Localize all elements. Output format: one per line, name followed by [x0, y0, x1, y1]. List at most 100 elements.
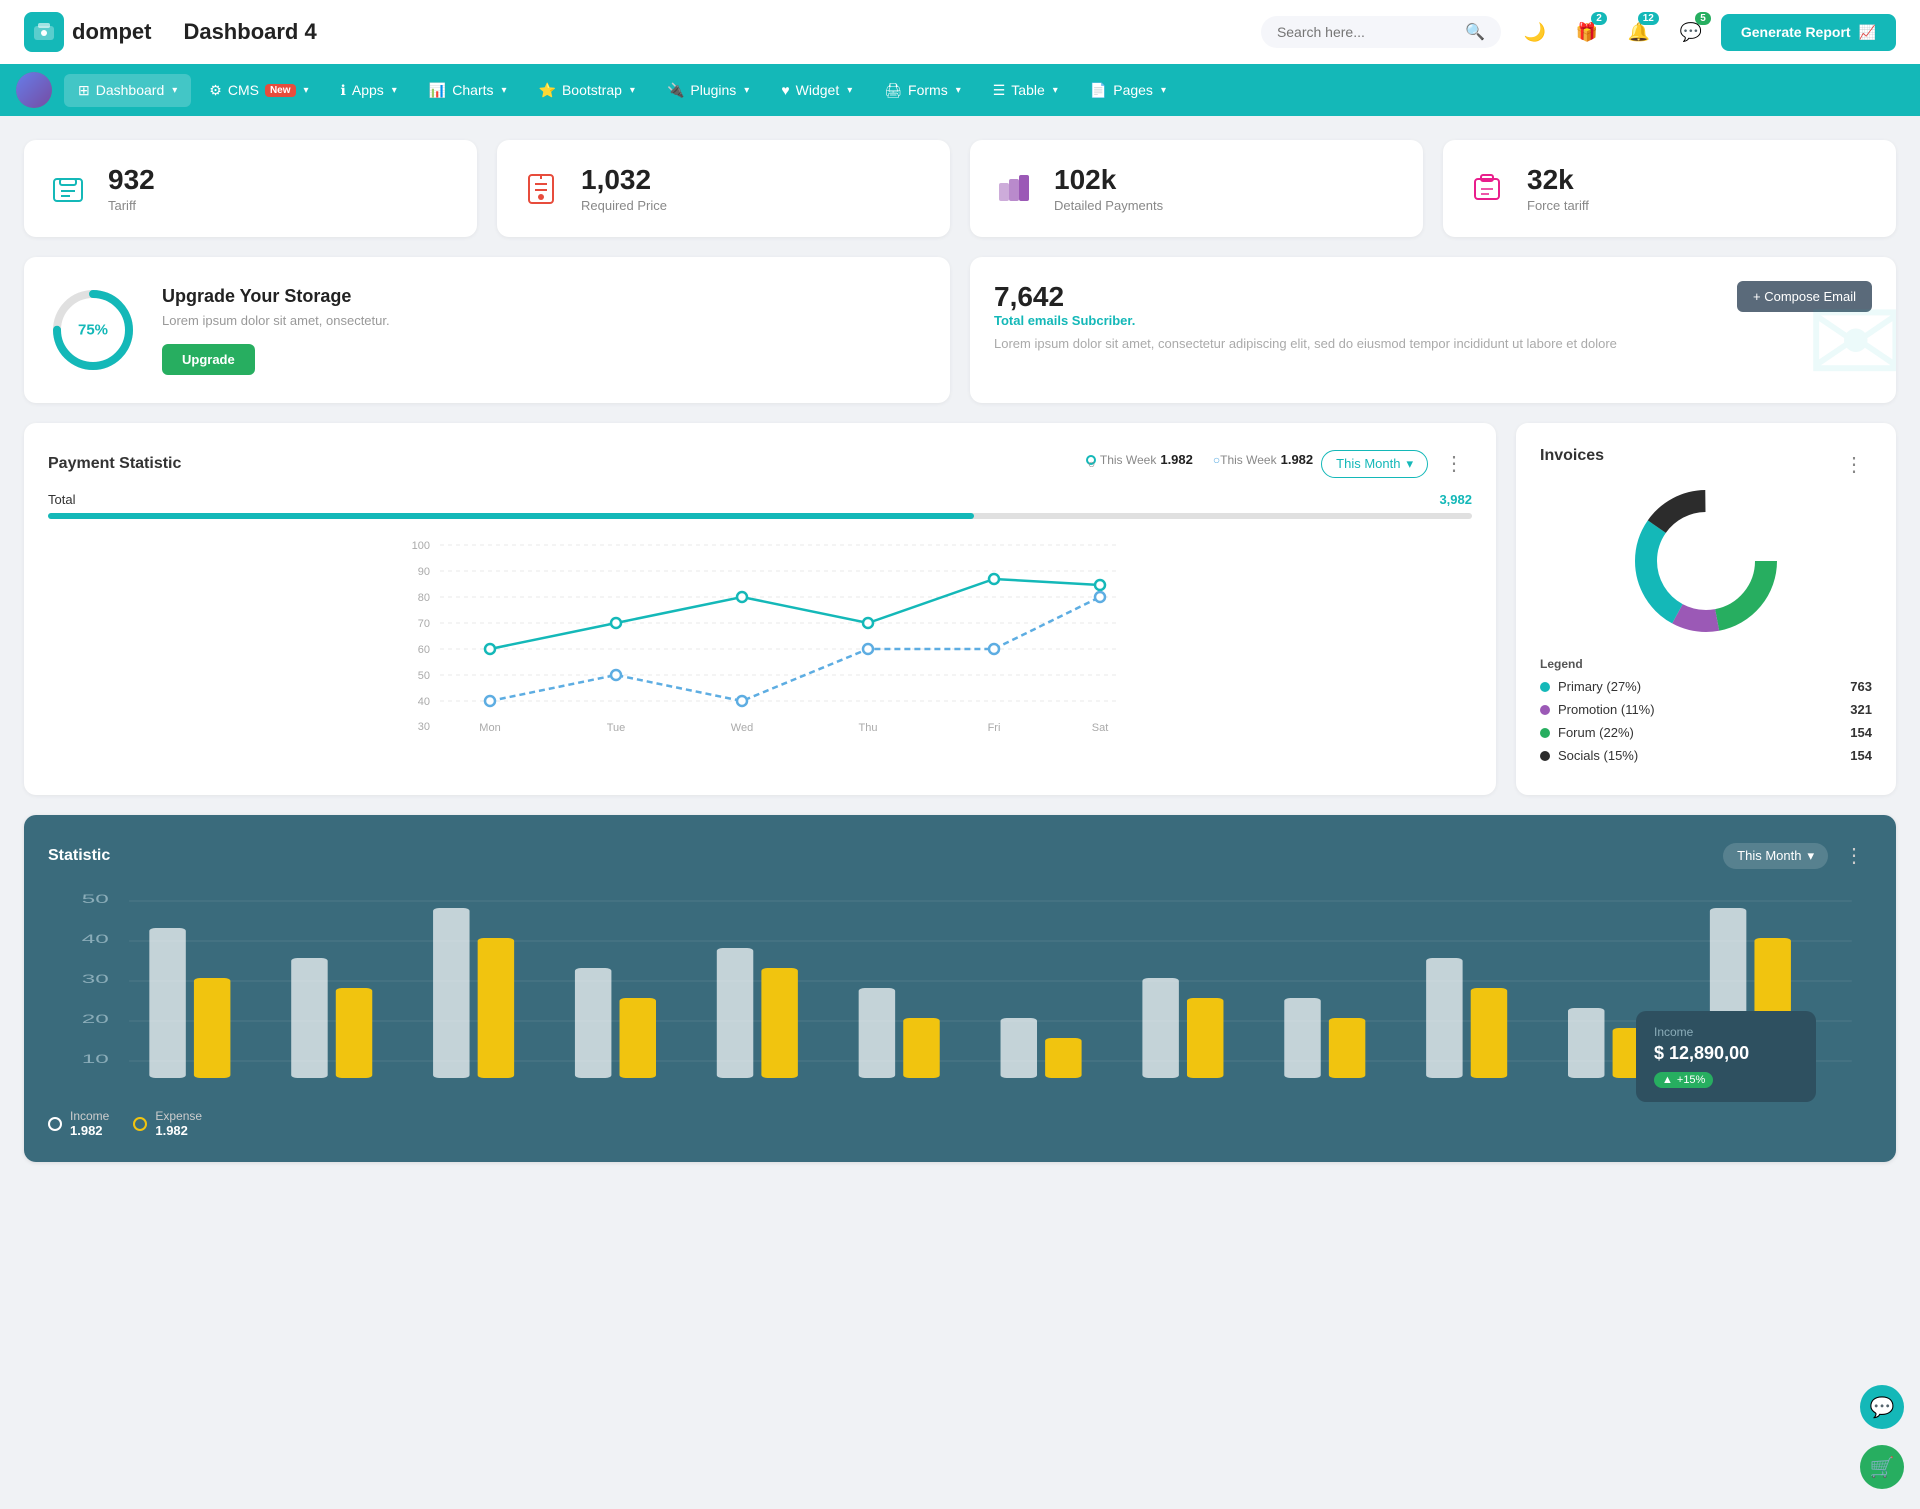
nav-label-forms: Forms: [908, 82, 948, 98]
nav-label-dashboard: Dashboard: [96, 82, 165, 98]
generate-report-button[interactable]: Generate Report 📈: [1721, 14, 1896, 51]
svg-text:Tue: Tue: [607, 722, 626, 734]
gift-button[interactable]: 🎁 2: [1569, 14, 1605, 50]
nav-avatar: [16, 72, 52, 108]
nav-item-table[interactable]: ☰ Table ▾: [979, 74, 1072, 107]
payment-more-button[interactable]: ⋮: [1436, 447, 1472, 480]
promo-color-dot: [1540, 705, 1550, 715]
payments-label: Detailed Payments: [1054, 198, 1163, 213]
nav-item-plugins[interactable]: 🔌 Plugins ▾: [653, 74, 763, 107]
payments-icon: [990, 165, 1038, 213]
nav-label-plugins: Plugins: [690, 82, 736, 98]
moon-button[interactable]: 🌙: [1517, 14, 1553, 50]
email-card: + Compose Email 7,642 Total emails Subcr…: [970, 257, 1896, 403]
statistic-title: Statistic: [48, 847, 110, 865]
upgrade-button[interactable]: Upgrade: [162, 344, 255, 375]
nav-label-table: Table: [1011, 82, 1044, 98]
nav-item-apps[interactable]: ℹ Apps ▾: [327, 74, 411, 107]
donut-chart-svg: [1626, 481, 1786, 641]
this-month-button[interactable]: This Month ▾: [1321, 450, 1428, 478]
statistic-month-button[interactable]: This Month ▾: [1723, 843, 1828, 869]
apps-arrow: ▾: [392, 85, 397, 96]
support-button[interactable]: 💬: [1860, 1385, 1904, 1429]
nav-item-charts[interactable]: 📊 Charts ▾: [415, 74, 521, 107]
total-bar: [48, 513, 1472, 519]
legend-row-forum: Forum (22%) 154: [1540, 725, 1872, 740]
main-content: 932 Tariff 1,032 Required Price 102k Det…: [0, 116, 1920, 1186]
svg-text:Sat: Sat: [1092, 722, 1109, 734]
nav-item-bootstrap[interactable]: ⭐ Bootstrap ▾: [525, 74, 649, 107]
stat-card-price: 1,032 Required Price: [497, 140, 950, 237]
cms-new-badge: New: [265, 84, 296, 97]
dashboard-arrow: ▾: [172, 85, 177, 96]
storage-circle: 75%: [48, 285, 138, 375]
legend-dot-1: ○: [1086, 455, 1096, 465]
bell-button[interactable]: 🔔 12: [1621, 14, 1657, 50]
nav-item-dashboard[interactable]: ⊞ Dashboard ▾: [64, 74, 191, 107]
top-icons: 🌙 🎁 2 🔔 12 💬 5: [1517, 14, 1709, 50]
charts-row: Payment Statistic ○ This Week 1.982 ○ Th…: [24, 423, 1896, 795]
nav-item-widget[interactable]: ♥ Widget ▾: [767, 74, 866, 106]
svg-text:Fri: Fri: [988, 722, 1001, 734]
storage-pct: 75%: [78, 322, 108, 339]
dashboard-icon: ⊞: [78, 82, 90, 99]
promo-label: Promotion (11%): [1558, 702, 1655, 717]
invoices-more-button[interactable]: ⋮: [1836, 448, 1872, 481]
socials-color-dot: [1540, 751, 1550, 761]
price-number: 1,032: [581, 164, 667, 196]
payments-number: 102k: [1054, 164, 1163, 196]
income-panel-label: Income: [1654, 1025, 1798, 1039]
nav-label-charts: Charts: [452, 82, 493, 98]
stat-legends: Income 1.982 Expense 1.982: [48, 1109, 1872, 1138]
nav-item-forms[interactable]: 🖨 Forms ▾: [870, 74, 974, 107]
force-number: 32k: [1527, 164, 1589, 196]
page-title: Dashboard 4: [183, 19, 1260, 45]
forum-label: Forum (22%): [1558, 725, 1634, 740]
income-legend-label: Income: [70, 1109, 109, 1123]
stat-info-payments: 102k Detailed Payments: [1054, 164, 1163, 213]
statistic-more-button[interactable]: ⋮: [1836, 839, 1872, 872]
legend-week2: ○ This Week 1.982: [1213, 452, 1313, 467]
plugins-arrow: ▾: [744, 85, 749, 96]
top-bar: dompet Dashboard 4 🔍 🌙 🎁 2 🔔 12 💬 5 Gene…: [0, 0, 1920, 64]
primary-count: 763: [1850, 679, 1872, 694]
donut-chart-wrap: [1540, 481, 1872, 641]
widget-icon: ♥: [781, 82, 789, 98]
search-input[interactable]: [1277, 24, 1457, 40]
cart-button[interactable]: 🛒: [1860, 1445, 1904, 1489]
legend-primary-left: Primary (27%): [1540, 679, 1641, 694]
invoices-title: Invoices: [1540, 447, 1604, 465]
stat-info-price: 1,032 Required Price: [581, 164, 667, 213]
bootstrap-arrow: ▾: [630, 85, 635, 96]
legend-socials-left: Socials (15%): [1540, 748, 1638, 763]
expense-legend: Expense 1.982: [133, 1109, 202, 1138]
price-label: Required Price: [581, 198, 667, 213]
search-wrap: 🔍: [1261, 16, 1501, 48]
invoices-legend-list: Primary (27%) 763 Promotion (11%) 321 Fo…: [1540, 679, 1872, 763]
email-subtitle: Total emails Subcriber.: [994, 313, 1872, 328]
email-description: Lorem ipsum dolor sit amet, consectetur …: [994, 336, 1872, 351]
nav-item-cms[interactable]: ⚙ CMS New ▾: [195, 74, 322, 107]
chart-icon: 📈: [1859, 24, 1876, 41]
nav-label-cms: CMS: [228, 82, 259, 98]
forum-color-dot: [1540, 728, 1550, 738]
forum-count: 154: [1850, 725, 1872, 740]
income-panel: Income $ 12,890,00 ▲ +15%: [1636, 1011, 1816, 1102]
apps-icon: ℹ: [341, 82, 346, 99]
search-icon: 🔍: [1465, 22, 1485, 42]
payment-header: Payment Statistic ○ This Week 1.982 ○ Th…: [48, 447, 1472, 480]
income-dot: [48, 1117, 62, 1131]
compose-email-button[interactable]: + Compose Email: [1737, 281, 1872, 312]
legend-row-promo: Promotion (11%) 321: [1540, 702, 1872, 717]
income-legend: Income 1.982: [48, 1109, 109, 1138]
chat-button[interactable]: 💬 5: [1673, 14, 1709, 50]
svg-text:40: 40: [82, 933, 109, 946]
force-icon: [1463, 165, 1511, 213]
invoices-card: Invoices ⋮ Legend Primary (27%): [1516, 423, 1896, 795]
total-bar-fill: [48, 513, 974, 519]
legend-forum-left: Forum (22%): [1540, 725, 1634, 740]
pages-arrow: ▾: [1161, 85, 1166, 96]
svg-text:100: 100: [412, 540, 430, 552]
nav-item-pages[interactable]: 📄 Pages ▾: [1076, 74, 1180, 107]
tariff-number: 932: [108, 164, 155, 196]
